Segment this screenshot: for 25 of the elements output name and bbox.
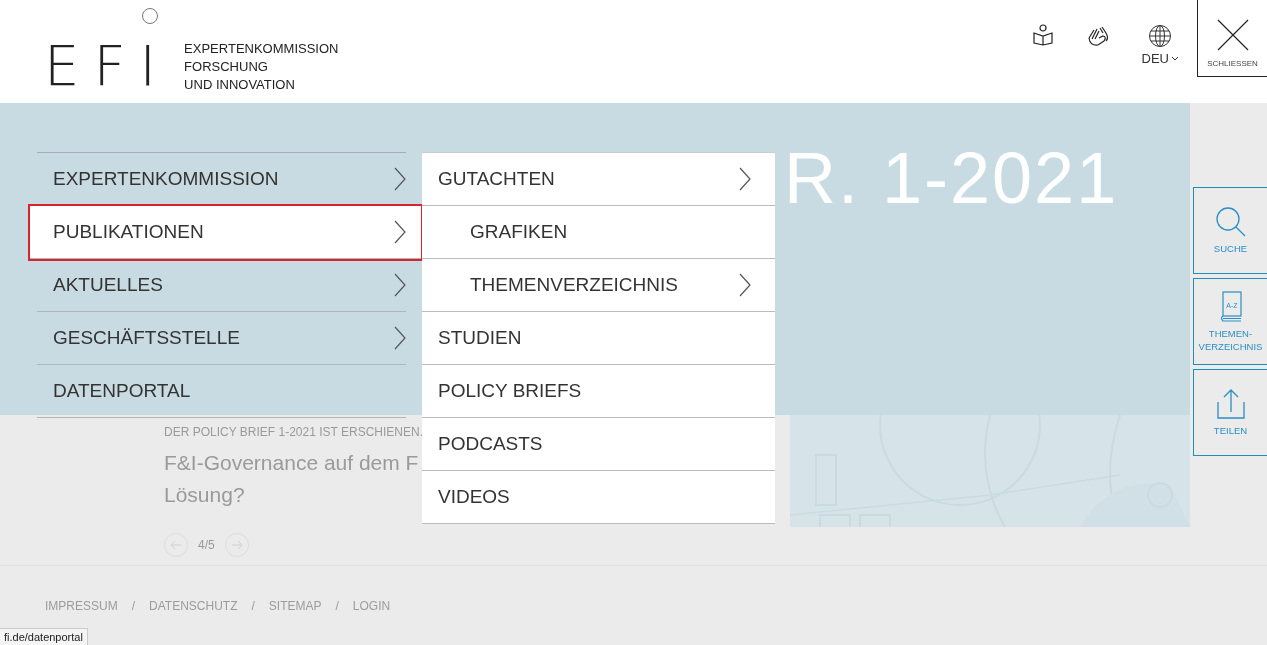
arrow-right-icon: [230, 540, 243, 550]
menu-item[interactable]: DATENPORTAL: [37, 365, 406, 418]
footer-separator: /: [335, 599, 339, 613]
logo-text: EXPERTENKOMMISSION: [184, 40, 339, 58]
footer-separator: /: [131, 599, 136, 613]
arrow-left-icon: [170, 540, 182, 550]
close-icon: [1216, 19, 1249, 51]
logo-letters: EFI: [44, 40, 171, 92]
status-url: fi.de/datenportal: [0, 628, 88, 645]
share-icon: [1215, 388, 1246, 420]
caret-down-icon: [1171, 55, 1179, 62]
menu-item[interactable]: PUBLIKATIONEN: [30, 206, 421, 259]
close-button[interactable]: SCHLIESSEN: [1197, 0, 1267, 77]
reading-person-icon[interactable]: [1031, 24, 1054, 46]
teaser-kicker: DER POLICY BRIEF 1-2021 IST ERSCHIENEN.: [164, 425, 423, 439]
sign-language-hands-icon[interactable]: [1085, 24, 1110, 48]
footer-separator: /: [251, 599, 255, 613]
menu-item[interactable]: GESCHÄFTSSTELLE: [37, 312, 406, 365]
pager-count: 4/5: [198, 538, 215, 552]
logo-text: UND INNOVATION: [184, 76, 296, 94]
language-selector[interactable]: DEU: [1141, 24, 1179, 66]
search-icon: [1214, 206, 1247, 238]
logo-text: FORSCHUNG: [184, 58, 269, 76]
menu-item[interactable]: AKTUELLES: [37, 259, 406, 312]
globe-icon: [1148, 24, 1173, 48]
